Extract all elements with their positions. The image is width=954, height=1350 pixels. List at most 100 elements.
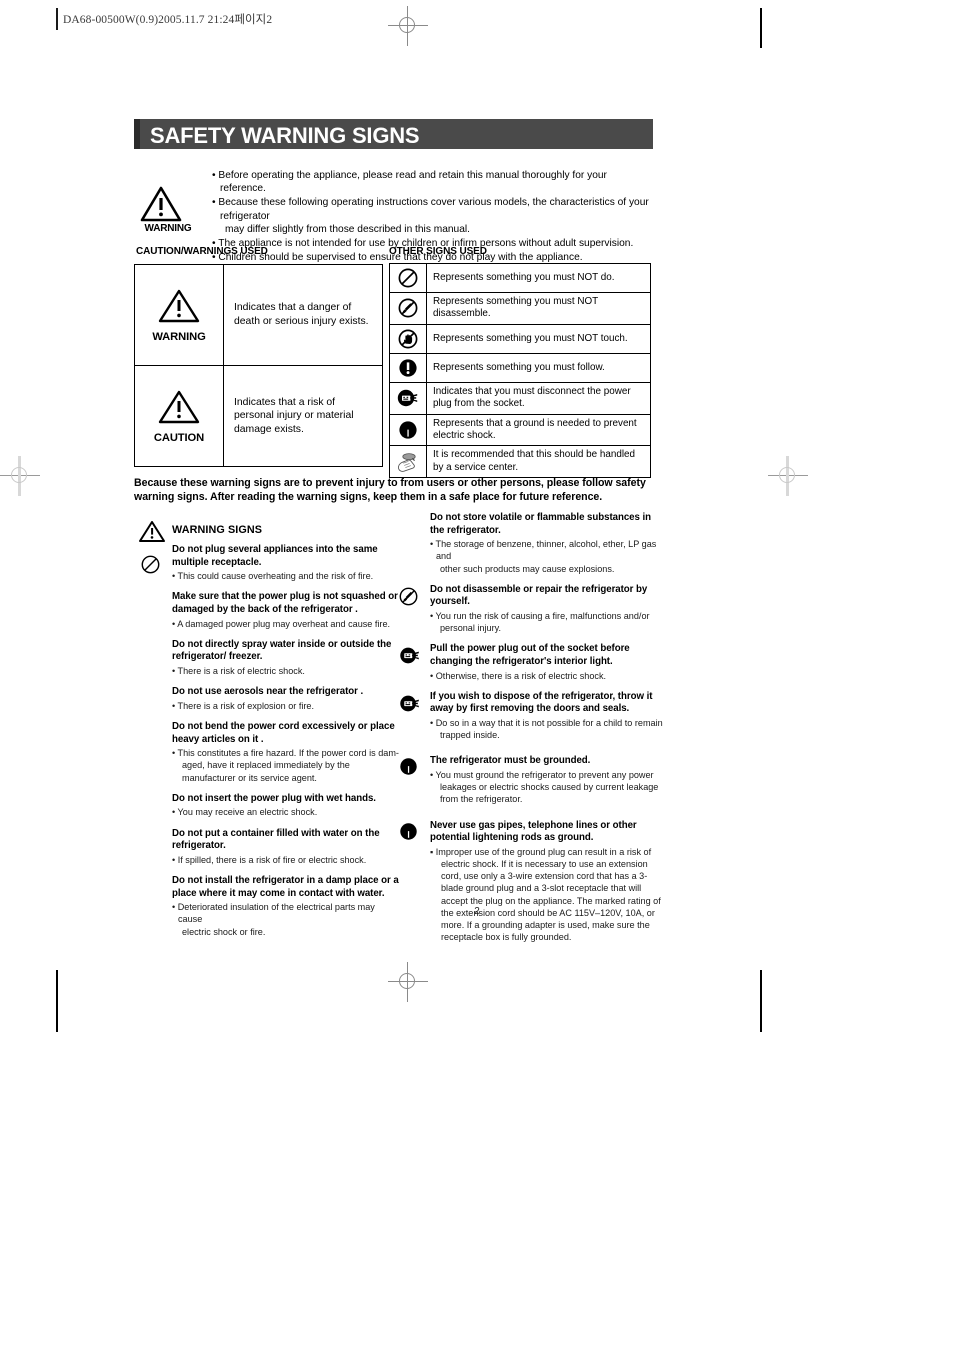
trim-line-bottom-right (760, 970, 762, 1032)
other-row-symbol (389, 381, 427, 415)
table-row: It is recommended that this should be ha… (389, 445, 651, 479)
warning-entry-head: Never use gas pipes, telephone lines or … (430, 819, 637, 844)
warning-entry: Do not put a container filled with water… (138, 828, 400, 866)
warning-entry: Do not disassemble or repair the refrige… (396, 584, 664, 635)
list-item: • A damaged power plug may overheat and … (172, 618, 391, 629)
prohibited-circle-icon (390, 267, 426, 289)
other-row-symbol (389, 263, 427, 293)
table-row: Indicates that you must disconnect the p… (389, 381, 651, 415)
page-title: SAFETY WARNING SIGNS (150, 123, 420, 148)
trim-line-top-right (760, 8, 762, 48)
caution-triangle-icon (157, 389, 201, 425)
warning-entry: Do not store volatile or flammable subst… (396, 512, 664, 575)
caution-warnings-table: WARNING Indicates that a danger of death… (134, 264, 383, 467)
intro-warning-icon-group: WARNING (140, 186, 196, 234)
registration-mark-right (768, 456, 808, 496)
warning-entry: Do not bend the power cord excessively o… (138, 721, 400, 784)
warning-triangle-icon (157, 288, 201, 324)
list-item: • The storage of benzene, thinner, alcoh… (430, 539, 657, 574)
no-touch-icon (390, 328, 426, 350)
warning-entry-bullets: • This constitutes a fire hazard. If the… (172, 747, 400, 784)
warning-entry-head: Do not disassemble or repair the refrige… (430, 583, 648, 608)
no-disassemble-icon (390, 297, 426, 319)
other-row-symbol (389, 323, 427, 354)
list-item: • You may receive an electric shock. (172, 807, 318, 818)
warning-entry-bullets: • Otherwise, there is a risk of electric… (430, 670, 664, 682)
warning-entry-bullets: ▪ Improper use of the ground plug can re… (430, 846, 664, 944)
other-table-label: OTHER SIGNS USED (389, 246, 487, 257)
warning-entry-head: Do not plug several appliances into the … (172, 544, 378, 568)
warning-entry-bullets: • There is a risk of explosion or fire. (172, 700, 400, 712)
caution-row-symbol: CAUTION (134, 365, 224, 467)
warning-entry-bullets: • If spilled, there is a risk of fire or… (172, 854, 400, 866)
warning-triangle-icon (140, 186, 196, 222)
warning-entry-bullets: • You must ground the refrigerator to pr… (430, 769, 664, 806)
warning-entry-head: Do not install the refrigerator in a dam… (172, 874, 399, 899)
caution-table-label: CAUTION/WARNINGS USED (136, 246, 268, 257)
warning-entry: Never use gas pipes, telephone lines or … (396, 820, 664, 944)
other-row-symbol (389, 445, 427, 479)
mandatory-exclamation-icon (390, 357, 426, 379)
other-row-description: Represents that a ground is needed to pr… (426, 413, 651, 447)
ground-icon (390, 419, 426, 441)
warning-entry-bullets: • Do so in a way that it is not possible… (430, 717, 664, 741)
warning-entry-head: The refrigerator must be grounded. (430, 755, 591, 767)
list-item: ▪ Improper use of the ground plug can re… (430, 846, 661, 943)
other-row-description: It is recommended that this should be ha… (426, 445, 651, 479)
table-row: Represents something you must follow. (389, 352, 651, 383)
no-disassemble-icon (398, 585, 424, 609)
list-item: • Do so in a way that it is not possible… (430, 717, 663, 741)
warning-signs-heading: WARNING SIGNS (138, 520, 400, 542)
warning-entry: The refrigerator must be grounded. • You… (396, 755, 664, 805)
warning-entry-head: If you wish to dispose of the refrigerat… (430, 690, 653, 715)
warning-entry-head: Do not use aerosols near the refrigerato… (172, 686, 364, 698)
prohibited-circle-icon (140, 545, 166, 574)
caution-row-symbol-label: WARNING (152, 330, 206, 343)
warning-entry-head: Do not store volatile or flammable subst… (430, 512, 652, 536)
registration-mark-left (0, 456, 40, 496)
other-row-description: Represents something you must NOT touch. (426, 323, 651, 354)
warning-entry-head: Make sure that the power plug is not squ… (172, 591, 398, 615)
warning-entry: Do not use aerosols near the refrigerato… (138, 686, 400, 712)
trim-line-bottom-left (56, 970, 58, 1032)
list-item: • Otherwise, there is a risk of electric… (430, 670, 607, 681)
warning-entry-head: Pull the power plug out of the socket be… (430, 643, 630, 667)
ground-icon (398, 756, 424, 780)
other-row-symbol (389, 352, 427, 383)
warning-signs-heading-label: WARNING SIGNS (172, 524, 263, 536)
warning-entry: Do not plug several appliances into the … (138, 544, 400, 582)
list-item: • This could cause overheating and the r… (172, 571, 374, 582)
document-code: DA68-00500W(0.9)2005.11.7 21:24페이지2 (63, 14, 273, 26)
table-row: Represents something you must NOT touch. (389, 323, 651, 354)
manual-page: DA68-00500W(0.9)2005.11.7 21:24페이지2 SAFE… (0, 0, 954, 1350)
list-item: • Before operating the appliance, please… (212, 170, 607, 195)
warning-entry-bullets: • You may receive an electric shock. (172, 806, 400, 818)
unplug-icon (398, 644, 424, 668)
title-accent-bar (134, 119, 140, 149)
list-item: • Because these following operating inst… (212, 197, 649, 236)
table-row: CAUTION Indicates that a risk of persona… (134, 365, 383, 467)
table-row: Represents something you must NOT do. (389, 263, 651, 293)
warning-entry: Pull the power plug out of the socket be… (396, 643, 664, 681)
warning-signs-right-column: Do not store volatile or flammable subst… (396, 512, 664, 952)
list-item: • You must ground the refrigerator to pr… (430, 769, 659, 805)
table-row: Represents something you must NOT disass… (389, 292, 651, 325)
caution-row-description: Indicates that a risk of personal injury… (223, 365, 383, 467)
unplug-icon (390, 387, 426, 409)
warning-entry-bullets: • A damaged power plug may overheat and … (172, 618, 400, 630)
list-item: • You run the risk of causing a fire, ma… (430, 610, 650, 634)
registration-mark-top (388, 6, 428, 46)
lead-paragraph: Because these warning signs are to preve… (134, 477, 646, 504)
service-center-hand-icon (390, 451, 426, 473)
warning-entry-bullets: • This could cause overheating and the r… (172, 570, 400, 582)
warning-entry: If you wish to dispose of the refrigerat… (396, 691, 664, 742)
warning-entry-head: Do not directly spray water inside or ou… (172, 638, 392, 663)
list-item: • There is a risk of electric shock. (172, 665, 305, 676)
warning-triangle-icon (138, 520, 166, 543)
other-row-description: Indicates that you must disconnect the p… (426, 381, 651, 415)
caution-row-symbol: WARNING (134, 264, 224, 366)
list-item: • If spilled, there is a risk of fire or… (172, 854, 367, 865)
other-row-description: Represents something you must NOT disass… (426, 292, 651, 325)
ground-icon (398, 821, 424, 845)
unplug-icon (398, 692, 424, 716)
